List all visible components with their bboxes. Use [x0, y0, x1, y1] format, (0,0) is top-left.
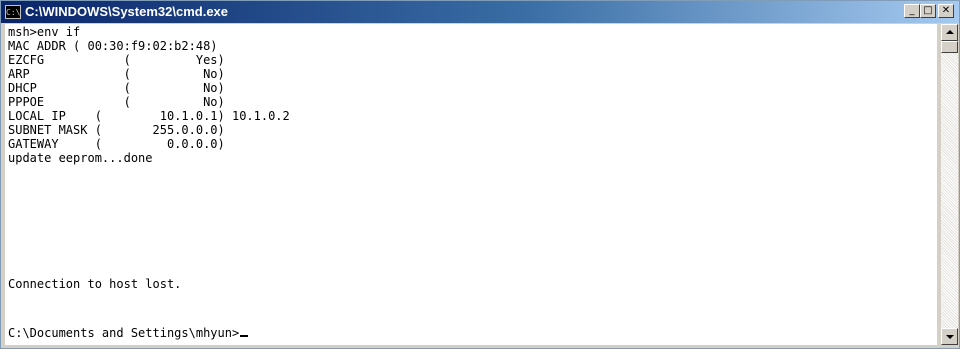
- terminal-line: MAC ADDR ( 00:30:f9:02:b2:48): [8, 39, 218, 53]
- terminal-line: GATEWAY ( 0.0.0.0): [8, 137, 225, 151]
- console-window: C:\ C:\WINDOWS\System32\cmd.exe _ □ ✕ ms…: [0, 0, 960, 349]
- terminal-line: EZCFG ( Yes): [8, 53, 225, 67]
- title-bar[interactable]: C:\ C:\WINDOWS\System32\cmd.exe _ □ ✕: [1, 1, 959, 23]
- close-button[interactable]: ✕: [938, 4, 954, 18]
- terminal-line: LOCAL IP ( 10.1.0.1) 10.1.0.2: [8, 109, 290, 123]
- terminal-line: update eeprom...done: [8, 151, 153, 165]
- arrow-up-icon: [946, 30, 954, 34]
- scroll-up-button[interactable]: [941, 24, 958, 41]
- cmd-icon[interactable]: C:\: [5, 5, 21, 19]
- terminal-line: SUBNET MASK ( 255.0.0.0): [8, 123, 225, 137]
- maximize-button[interactable]: □: [920, 4, 936, 18]
- terminal-line: ARP ( No): [8, 67, 225, 81]
- terminal-line: msh>env if: [8, 25, 81, 39]
- vertical-scrollbar[interactable]: [941, 24, 958, 345]
- arrow-down-icon: [946, 335, 954, 339]
- scrollbar-thumb[interactable]: [941, 41, 958, 53]
- command-prompt-line[interactable]: C:\Documents and Settings\mhyun>: [8, 326, 249, 340]
- command-prompt: C:\Documents and Settings\mhyun>: [8, 326, 240, 340]
- text-cursor: [240, 335, 249, 337]
- terminal-line: PPPOE ( No): [8, 95, 225, 109]
- scroll-down-button[interactable]: [941, 328, 958, 345]
- window-title: C:\WINDOWS\System32\cmd.exe: [25, 4, 229, 19]
- terminal-output[interactable]: msh>env if MAC ADDR ( 00:30:f9:02:b2:48)…: [5, 24, 937, 345]
- minimize-button[interactable]: _: [904, 4, 920, 18]
- terminal-line: Connection to host lost.: [8, 277, 182, 291]
- terminal-line: DHCP ( No): [8, 81, 225, 95]
